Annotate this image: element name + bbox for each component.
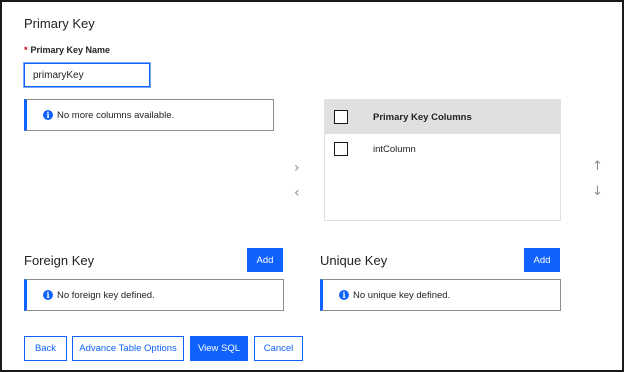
no-unique-key-text: No unique key defined. xyxy=(353,289,451,301)
primary-key-title: Primary Key xyxy=(24,16,95,31)
select-all-checkbox[interactable] xyxy=(334,110,348,124)
info-icon: i xyxy=(43,110,53,120)
no-columns-notice: i No more columns available. xyxy=(24,99,274,131)
info-icon: i xyxy=(339,290,349,300)
move-down-icon[interactable]: ↓ xyxy=(592,184,603,199)
no-columns-text: No more columns available. xyxy=(57,109,175,121)
unique-key-title: Unique Key xyxy=(320,253,388,268)
advance-table-options-button[interactable]: Advance Table Options xyxy=(72,336,184,361)
back-button[interactable]: Back xyxy=(24,336,67,361)
add-unique-key-button[interactable]: Add xyxy=(524,248,560,272)
cancel-button[interactable]: Cancel xyxy=(254,336,303,361)
move-left-icon[interactable]: ‹ xyxy=(294,185,300,201)
move-right-icon[interactable]: › xyxy=(294,160,300,176)
primary-key-columns-table: Primary Key Columns intColumn xyxy=(324,99,561,221)
primary-key-name-label-text: Primary Key Name xyxy=(30,45,111,55)
dialog-frame: Primary Key *Primary Key Name i No more … xyxy=(0,0,624,372)
required-indicator: * xyxy=(24,45,28,55)
view-sql-button[interactable]: View SQL xyxy=(190,336,248,361)
add-foreign-key-button[interactable]: Add xyxy=(247,248,283,272)
table-header: Primary Key Columns xyxy=(325,100,560,134)
primary-key-name-input[interactable] xyxy=(23,62,151,88)
no-foreign-key-text: No foreign key defined. xyxy=(57,289,155,301)
row-checkbox[interactable] xyxy=(334,142,348,156)
no-foreign-key-notice: i No foreign key defined. xyxy=(24,279,284,311)
no-unique-key-notice: i No unique key defined. xyxy=(320,279,561,311)
primary-key-columns-header: Primary Key Columns xyxy=(373,111,472,123)
move-up-icon[interactable]: ↑ xyxy=(592,159,603,174)
column-name: intColumn xyxy=(373,143,416,155)
foreign-key-title: Foreign Key xyxy=(24,253,95,268)
primary-key-name-label: * Primary Key Name xyxy=(24,45,110,55)
info-icon: i xyxy=(43,290,53,300)
table-row[interactable]: intColumn xyxy=(325,134,560,164)
